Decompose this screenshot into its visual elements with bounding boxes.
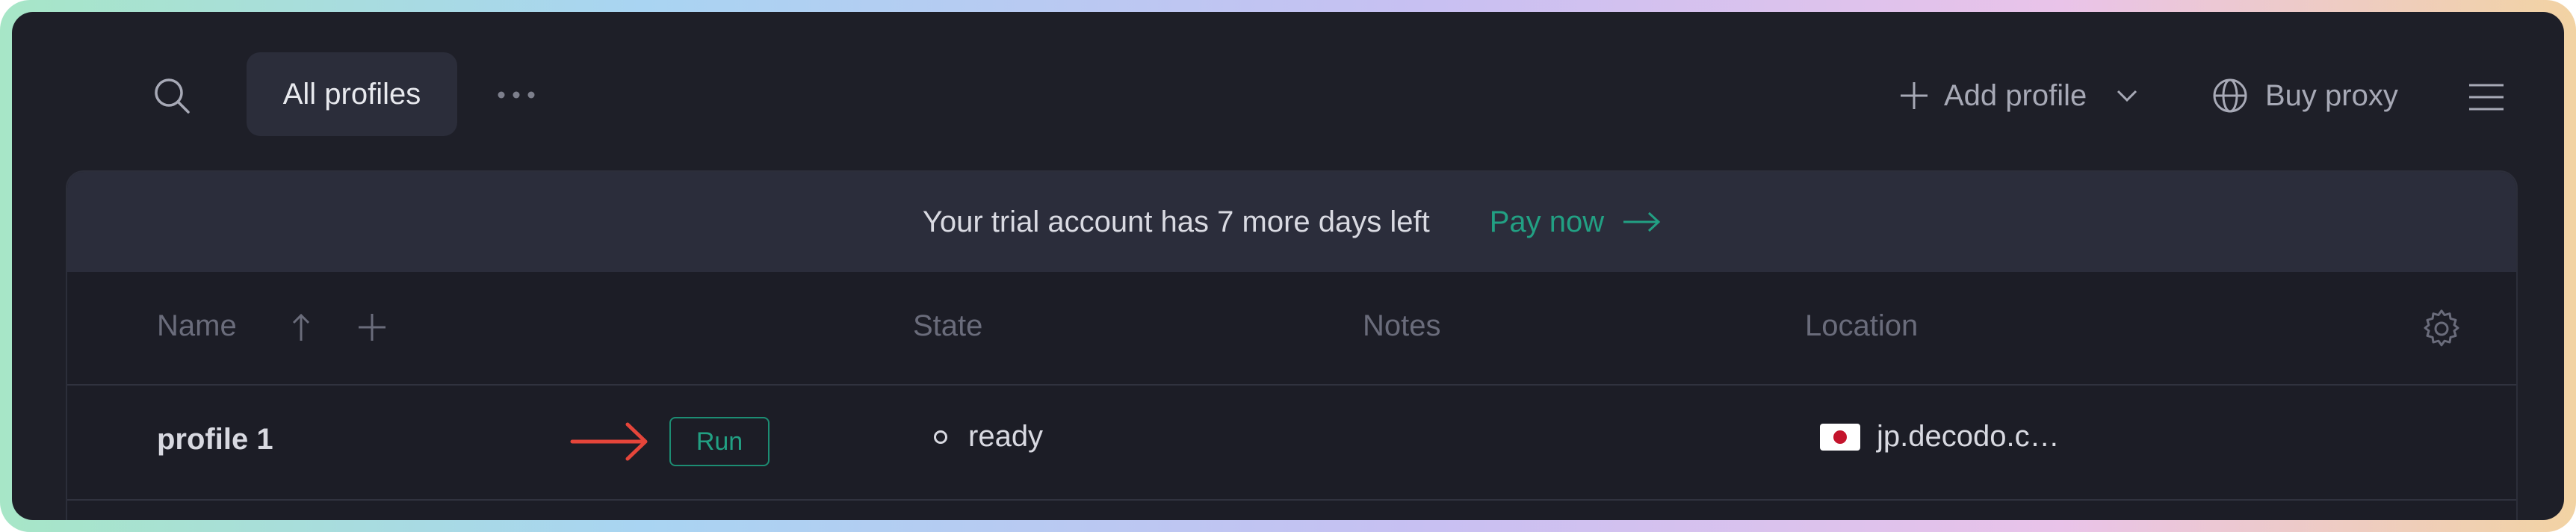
menu-icon [2469,84,2504,111]
buy-proxy-button[interactable]: Buy proxy [2211,72,2398,120]
app-window: All profiles Add profile Buy proxy Your … [12,12,2564,520]
arrow-right-annotation-icon [570,422,648,461]
profiles-panel: Your trial account has 7 more days left … [66,170,2518,520]
state-label: ready [968,420,1044,453]
column-header-state[interactable]: State [913,309,982,343]
table-header: Name State Notes Location [67,272,2516,386]
state-cell: ready [934,420,1043,454]
state-indicator-icon [934,430,947,444]
column-header-location[interactable]: Location [1805,309,1918,343]
pay-now-link[interactable]: Pay now [1490,205,1661,239]
tab-all-profiles[interactable]: All profiles [247,52,457,136]
japan-flag-icon [1820,423,1860,451]
window-frame: All profiles Add profile Buy proxy Your … [0,0,2576,532]
profile-name[interactable]: profile 1 [157,423,273,457]
globe-icon [2213,78,2247,113]
menu-button[interactable] [2464,76,2509,118]
sort-ascending-icon[interactable] [290,311,312,344]
buy-proxy-label: Buy proxy [2265,78,2398,112]
add-profile-button[interactable]: Add profile [1898,72,2140,120]
search-icon [155,78,190,114]
run-button[interactable]: Run [669,417,770,466]
arrow-right-icon [1623,211,1661,232]
add-column-icon[interactable] [356,311,388,344]
trial-banner: Your trial account has 7 more days left … [67,172,2516,272]
pay-now-label: Pay now [1489,205,1605,238]
location-label: jp.decodo.c… [1877,420,2060,453]
trial-banner-text: Your trial account has 7 more days left [922,205,1430,238]
table-row[interactable]: profile 1 Run ready jp.decodo.c… [67,386,2516,501]
more-button[interactable] [490,84,542,106]
gear-icon[interactable] [2422,309,2461,348]
add-profile-label: Add profile [1944,78,2087,112]
plus-icon [1901,82,1928,109]
search-button[interactable] [152,76,194,118]
location-cell: jp.decodo.c… [1820,420,2060,454]
more-icon [498,91,535,99]
column-header-notes[interactable]: Notes [1363,309,1441,343]
column-header-name[interactable]: Name [157,309,237,343]
chevron-down-icon[interactable] [2114,82,2140,109]
